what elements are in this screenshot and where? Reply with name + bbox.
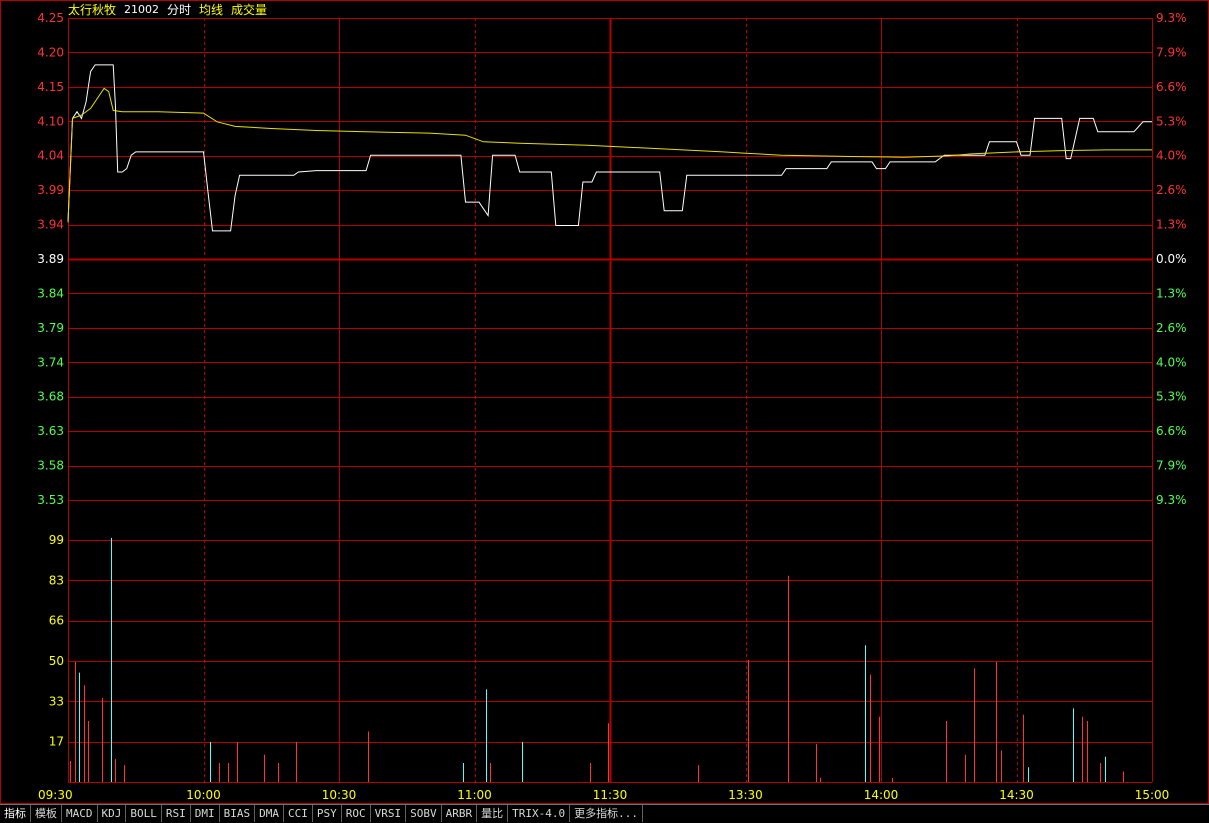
- indicator-toolbar: 指标 模板 MACD KDJ BOLL RSI DMI BIAS DMA CCI PSY ROC VRS…: [0, 804, 1209, 823]
- percent-tick-label: 6.6%: [1156, 424, 1187, 438]
- time-tick-label: 10:00: [186, 788, 221, 802]
- percent-axis: 9.3% 7.9% 6.6% 5.3% 4.0% 2.6% 1.3% 0.0% 1.3% 2.6%…: [1156, 11, 1187, 507]
- volume-tick-label: 50: [49, 654, 64, 668]
- indicator-tab[interactable]: PSY: [313, 805, 342, 822]
- percent-tick-label: 9.3%: [1156, 493, 1187, 507]
- time-tick-label: 11:00: [457, 788, 492, 802]
- price-tick-label: 3.74: [37, 355, 64, 369]
- time-tick-label: 14:00: [864, 788, 899, 802]
- legend-price-label: 分时: [167, 3, 192, 17]
- indicator-tab[interactable]: BOLL: [126, 805, 162, 822]
- indicator-tab[interactable]: 更多指标...: [570, 805, 643, 822]
- percent-tick-label: 1.3%: [1156, 286, 1187, 300]
- percent-tick-label: 4.0%: [1156, 355, 1187, 369]
- price-tick-label: 3.63: [37, 424, 64, 438]
- volume-tick-label: 17: [49, 735, 64, 749]
- indicator-tab[interactable]: DMA: [255, 805, 284, 822]
- price-tick-label: 3.58: [37, 459, 64, 473]
- percent-tick-label: 0.0%: [1156, 252, 1187, 266]
- price-tick-label: 4.25: [37, 11, 64, 25]
- percent-tick-label: 7.9%: [1156, 459, 1187, 473]
- indicator-tab[interactable]: TRIX-4.0: [508, 805, 571, 822]
- time-tick-label: 15:00: [1135, 788, 1170, 802]
- price-tick-label: 4.15: [37, 80, 64, 94]
- indicator-tab[interactable]: 指标: [0, 805, 31, 822]
- volume-axis: 99 83 66 50 33 17: [49, 533, 64, 749]
- chart-title-bar: 太行秋牧 21002 分时 均线 成交量: [68, 2, 267, 18]
- price-tick-label: 3.79: [37, 321, 64, 335]
- time-tick-label: 13:30: [728, 788, 763, 802]
- stock-code: 21002: [124, 3, 160, 16]
- price-tick-label: 3.89: [37, 252, 64, 266]
- percent-tick-label: 9.3%: [1156, 11, 1187, 25]
- time-axis: 09:30 10:00 10:30 11:00 11:30 13:30 14:00 14:30…: [38, 788, 1169, 802]
- percent-tick-label: 5.3%: [1156, 114, 1187, 128]
- volume-tick-label: 66: [49, 614, 64, 628]
- indicator-tab[interactable]: 模板: [31, 805, 62, 822]
- indicator-tab[interactable]: ARBR: [442, 805, 478, 822]
- time-tick-label: 10:30: [322, 788, 357, 802]
- price-tick-label: 3.53: [37, 493, 64, 507]
- indicator-tab[interactable]: BIAS: [220, 805, 256, 822]
- time-tick-label: 09:30: [38, 788, 73, 802]
- chart-frame: [0, 0, 1209, 804]
- indicator-tab[interactable]: 量比: [477, 805, 509, 822]
- price-axis: 4.25 4.20 4.15 4.10 4.04 3.99 3.94 3.89 3.84 3.79…: [37, 11, 64, 507]
- indicator-tab[interactable]: CCI: [284, 805, 313, 822]
- percent-tick-label: 2.6%: [1156, 321, 1187, 335]
- indicator-tab[interactable]: KDJ: [98, 805, 127, 822]
- time-tick-label: 14:30: [999, 788, 1034, 802]
- volume-tick-label: 83: [49, 573, 64, 587]
- percent-tick-label: 5.3%: [1156, 390, 1187, 404]
- volume-tick-label: 33: [49, 694, 64, 708]
- intraday-chart[interactable]: 4.25 4.20 4.15 4.10 4.04 3.99 3.94 3.89 3.84 3.79…: [0, 0, 1209, 804]
- indicator-tab[interactable]: DMI: [191, 805, 220, 822]
- volume-bars: [70, 537, 1124, 782]
- percent-tick-label: 7.9%: [1156, 45, 1187, 59]
- price-tick-label: 3.94: [37, 218, 64, 232]
- indicator-tab[interactable]: SOBV: [406, 805, 442, 822]
- indicator-tab[interactable]: RSI: [162, 805, 191, 822]
- price-tick-label: 3.84: [37, 286, 64, 300]
- percent-tick-label: 4.0%: [1156, 149, 1187, 163]
- price-tick-label: 3.99: [37, 183, 64, 197]
- legend-avg-label: 均线: [199, 3, 224, 17]
- price-tick-label: 4.20: [37, 45, 64, 59]
- price-tick-label: 4.10: [37, 114, 64, 128]
- indicator-tab[interactable]: ROC: [342, 805, 371, 822]
- indicator-tab[interactable]: VRSI: [371, 805, 407, 822]
- legend-volume-label: 成交量: [231, 3, 268, 17]
- percent-tick-label: 1.3%: [1156, 218, 1187, 232]
- percent-tick-label: 6.6%: [1156, 80, 1187, 94]
- stock-name: 太行秋牧: [68, 3, 117, 17]
- time-tick-label: 11:30: [593, 788, 628, 802]
- chart-grid: [0, 0, 1209, 804]
- indicator-tab[interactable]: MACD: [62, 805, 98, 822]
- percent-tick-label: 2.6%: [1156, 183, 1187, 197]
- price-tick-label: 3.68: [37, 390, 64, 404]
- price-tick-label: 4.04: [37, 149, 64, 163]
- volume-tick-label: 99: [49, 533, 64, 547]
